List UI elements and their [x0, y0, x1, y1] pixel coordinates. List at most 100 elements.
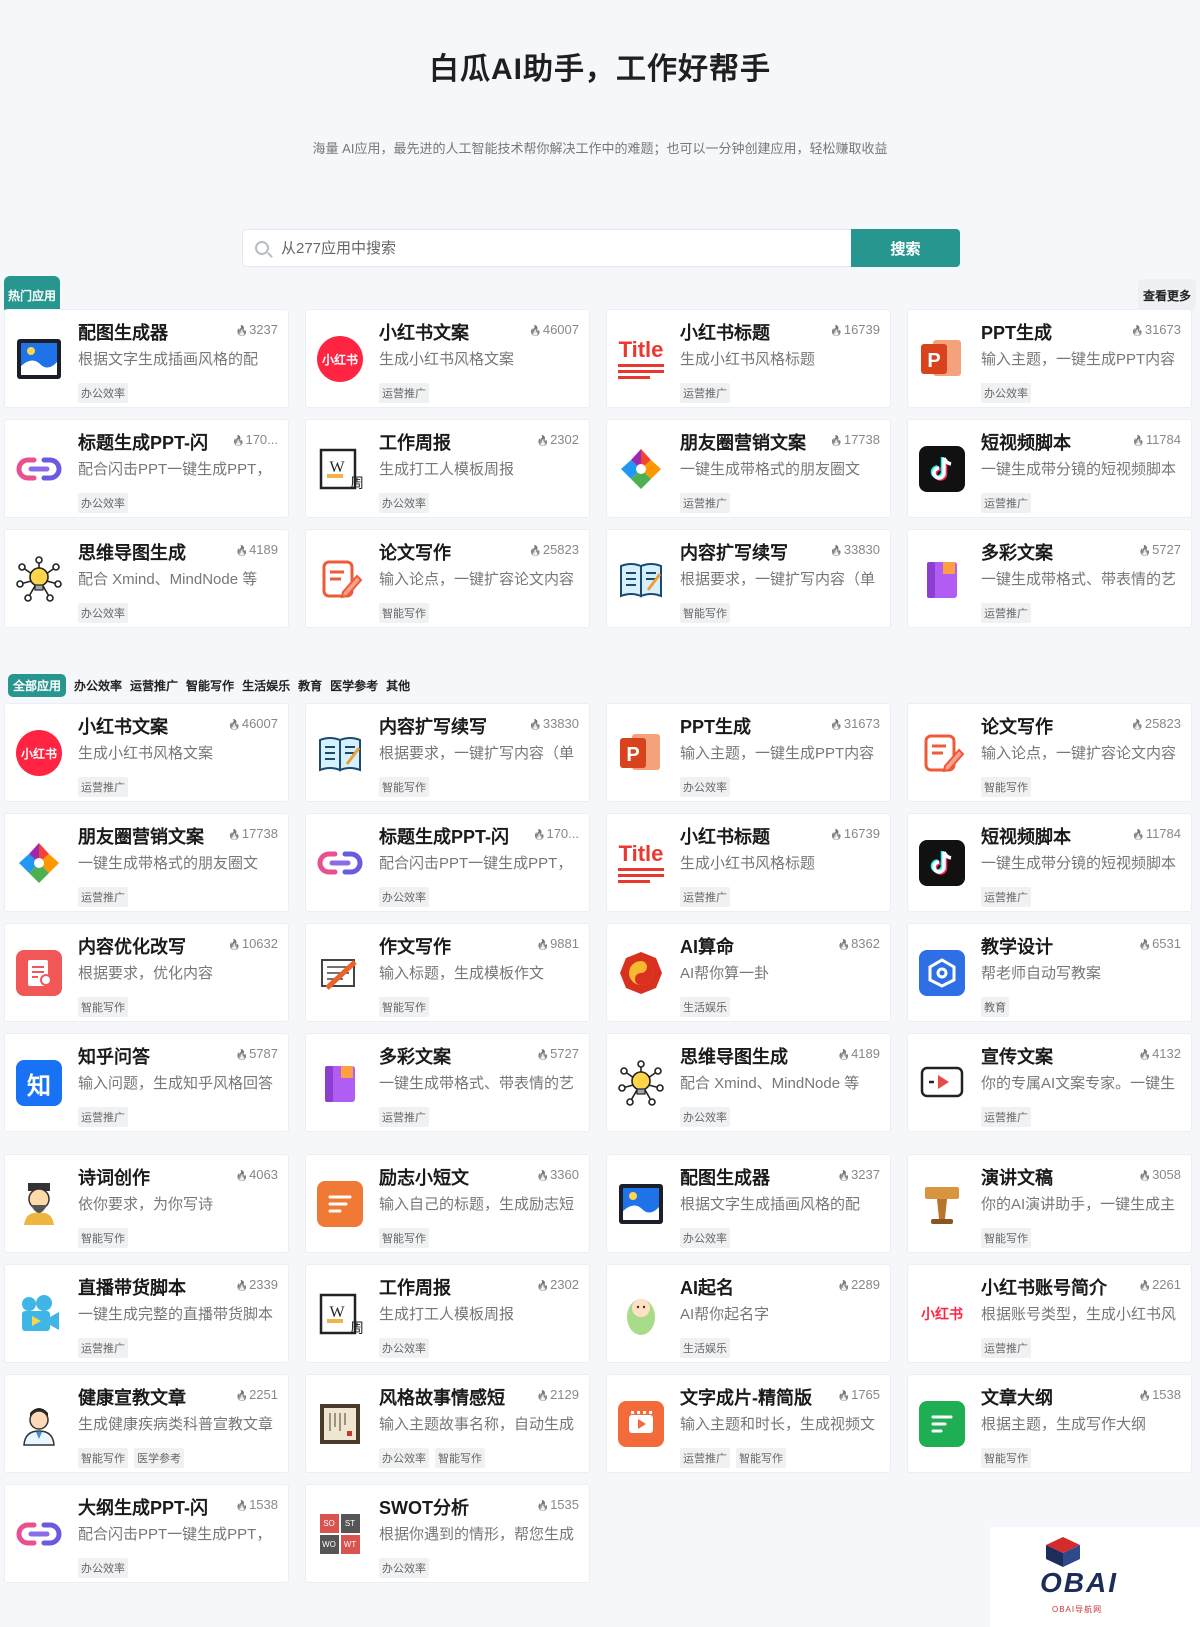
app-tag[interactable]: 办公效率	[78, 603, 128, 623]
app-tag[interactable]: 智能写作	[680, 603, 730, 623]
app-tag[interactable]: 医学参考	[134, 1448, 184, 1468]
category-tab[interactable]: 办公效率	[74, 677, 122, 694]
app-card[interactable]: W周工作周报2302生成打工人模板周报办公效率	[305, 1264, 590, 1363]
app-card[interactable]: 朋友圈营销文案 17738 一键生成带格式的朋友圈文运营推广	[606, 419, 891, 518]
app-tag[interactable]: 运营推广	[78, 777, 128, 797]
app-card[interactable]: 诗词创作 4063 依你要求，为你写诗智能写作	[4, 1154, 289, 1253]
app-card[interactable]: 标题生成PPT-闪 170... 配合闪击PPT一键生成PPT， 办公效率	[4, 419, 289, 518]
app-card[interactable]: 标题生成PPT-闪 170... 配合闪击PPT一键生成PPT， 办公效率	[305, 813, 590, 912]
app-card[interactable]: 配图生成器 3237 根据文字生成插画风格的配办公效率	[606, 1154, 891, 1253]
app-card[interactable]: AI起名 2289 AI帮你起名字生活娱乐	[606, 1264, 891, 1363]
app-tag[interactable]: 智能写作	[379, 603, 429, 623]
app-tag[interactable]: 运营推广	[680, 493, 730, 513]
app-card[interactable]: 配图生成器 3237 根据文字生成插画风格的配办公效率	[4, 309, 289, 408]
app-card[interactable]: 励志小短文 3360 输入自己的标题，生成励志短智能写作	[305, 1154, 590, 1253]
app-tag[interactable]: 运营推广	[981, 493, 1031, 513]
app-tag[interactable]: 运营推广	[981, 1107, 1031, 1127]
app-card[interactable]: 多彩文案 5727 一键生成带格式、带表情的艺运营推广	[907, 529, 1192, 628]
app-tag[interactable]: 办公效率	[379, 1558, 429, 1578]
app-tag[interactable]: 智能写作	[379, 1228, 429, 1248]
app-tag[interactable]: 智能写作	[736, 1448, 786, 1468]
app-card[interactable]: 演讲文稿 3058 你的AI演讲助手，一键生成主智能写作	[907, 1154, 1192, 1253]
app-card[interactable]: 论文写作 25823 输入论点，一键扩容论文内容智能写作	[907, 703, 1192, 802]
app-tag[interactable]: 智能写作	[78, 997, 128, 1017]
app-card[interactable]: Title 小红书标题 16739 生成小红书风格标题运营推广	[606, 813, 891, 912]
app-tag[interactable]: 智能写作	[379, 777, 429, 797]
app-card[interactable]: P PPT生成 31673 输入主题，一键生成PPT内容办公效率	[606, 703, 891, 802]
app-card[interactable]: SO ST WO WT SWOT分析 1535 根据你遇到的情形，帮您生成办公效率	[305, 1484, 590, 1583]
app-tag[interactable]: 办公效率	[680, 1107, 730, 1127]
category-tab[interactable]: 其他	[386, 677, 410, 694]
app-card[interactable]: 思维导图生成 4189 配合 Xmind、MindNode 等办公效率	[606, 1033, 891, 1132]
search-box[interactable]	[242, 229, 852, 267]
view-more-link[interactable]: 查看更多	[1138, 279, 1196, 312]
app-card[interactable]: 大纲生成PPT-闪 1538 配合闪击PPT一键生成PPT， 办公效率	[4, 1484, 289, 1583]
app-tag[interactable]: 智能写作	[78, 1228, 128, 1248]
app-card[interactable]: 小红书小红书文案 46007 生成小红书风格文案运营推广	[4, 703, 289, 802]
app-tag[interactable]: 运营推广	[78, 1338, 128, 1358]
app-tag[interactable]: 办公效率	[379, 887, 429, 907]
app-tag[interactable]: 办公效率	[78, 1558, 128, 1578]
app-tag[interactable]: 办公效率	[78, 383, 128, 403]
category-tab[interactable]: 运营推广	[130, 677, 178, 694]
app-card[interactable]: 文字成片-精简版 1765 输入主题和时长，生成视频文运营推广智能写作	[606, 1374, 891, 1473]
app-tag[interactable]: 生活娱乐	[680, 997, 730, 1017]
app-tag[interactable]: 办公效率	[680, 777, 730, 797]
app-tag[interactable]: 智能写作	[78, 1448, 128, 1468]
app-description: 生成小红书风格标题	[680, 351, 816, 368]
app-tag[interactable]: 运营推广	[981, 887, 1031, 907]
app-tag[interactable]: 运营推广	[78, 887, 128, 907]
app-tag[interactable]: 智能写作	[379, 997, 429, 1017]
category-tab[interactable]: 全部应用	[8, 673, 67, 697]
app-card[interactable]: 内容扩写续写 33830 根据要求，一键扩写内容（单智能写作	[305, 703, 590, 802]
app-card[interactable]: 思维导图生成 4189 配合 Xmind、MindNode 等办公效率	[4, 529, 289, 628]
app-card[interactable]: 多彩文案 5727 一键生成带格式、带表情的艺运营推广	[305, 1033, 590, 1132]
app-card[interactable]: 内容扩写续写 33830 根据要求，一键扩写内容（单智能写作	[606, 529, 891, 628]
app-card[interactable]: 短视频脚本 11784 一键生成带分镜的短视频脚本运营推广	[907, 813, 1192, 912]
app-tag[interactable]: 智能写作	[981, 1448, 1031, 1468]
app-card[interactable]: AI算命 8362 AI帮你算一卦生活娱乐	[606, 923, 891, 1022]
app-tag[interactable]: 办公效率	[981, 383, 1031, 403]
app-tag[interactable]: 智能写作	[435, 1448, 485, 1468]
app-tag[interactable]: 生活娱乐	[680, 1338, 730, 1358]
app-card[interactable]: Title 小红书标题 16739 生成小红书风格标题运营推广	[606, 309, 891, 408]
category-tab[interactable]: 生活娱乐	[242, 677, 290, 694]
search-input[interactable]	[281, 239, 821, 257]
app-card[interactable]: 知知乎问答 5787 输入问题，生成知乎风格回答运营推广	[4, 1033, 289, 1132]
app-tag[interactable]: 办公效率	[379, 1448, 429, 1468]
app-card[interactable]: P PPT生成 31673 输入主题，一键生成PPT内容办公效率	[907, 309, 1192, 408]
app-tag[interactable]: 运营推广	[981, 1338, 1031, 1358]
app-tag[interactable]: 办公效率	[379, 1338, 429, 1358]
app-tag[interactable]: 运营推广	[680, 887, 730, 907]
app-card[interactable]: 作文写作 9881 输入标题，生成模板作文智能写作	[305, 923, 590, 1022]
app-tag[interactable]: 智能写作	[981, 777, 1031, 797]
app-tag[interactable]: 办公效率	[78, 493, 128, 513]
app-tag[interactable]: 教育	[981, 997, 1009, 1017]
app-card[interactable]: 小红书 小红书账号简介 2261 根据账号类型，生成小红书风运营推广	[907, 1264, 1192, 1363]
app-card[interactable]: W周工作周报2302生成打工人模板周报办公效率	[305, 419, 590, 518]
app-card[interactable]: 风格故事情感短 2129 输入主题故事名称，自动生成办公效率智能写作	[305, 1374, 590, 1473]
app-card[interactable]: 朋友圈营销文案 17738 一键生成带格式的朋友圈文运营推广	[4, 813, 289, 912]
app-card[interactable]: 直播带货脚本 2339 一键生成完整的直播带货脚本运营推广	[4, 1264, 289, 1363]
app-tag[interactable]: 运营推广	[981, 603, 1031, 623]
app-tag[interactable]: 运营推广	[78, 1107, 128, 1127]
app-card[interactable]: 内容优化改写 10632 根据要求，优化内容智能写作	[4, 923, 289, 1022]
search-button[interactable]: 搜索	[851, 229, 960, 267]
app-tag[interactable]: 办公效率	[680, 1228, 730, 1248]
app-tag[interactable]: 运营推广	[379, 383, 429, 403]
app-tag[interactable]: 运营推广	[680, 383, 730, 403]
app-tag[interactable]: 运营推广	[379, 1107, 429, 1127]
category-tab[interactable]: 医学参考	[330, 677, 378, 694]
app-card[interactable]: 短视频脚本 11784 一键生成带分镜的短视频脚本运营推广	[907, 419, 1192, 518]
app-tag[interactable]: 智能写作	[981, 1228, 1031, 1248]
app-card[interactable]: 宣传文案 4132 你的专属AI文案专家。一键生运营推广	[907, 1033, 1192, 1132]
app-tag[interactable]: 办公效率	[379, 493, 429, 513]
app-card[interactable]: 健康宣教文章 2251 生成健康疾病类科普宣教文章智能写作医学参考	[4, 1374, 289, 1473]
app-card[interactable]: 小红书小红书文案 46007 生成小红书风格文案运营推广	[305, 309, 590, 408]
category-tab[interactable]: 智能写作	[186, 677, 234, 694]
app-card[interactable]: 教学设计 6531 帮老师自动写教案教育	[907, 923, 1192, 1022]
category-tab[interactable]: 教育	[298, 677, 322, 694]
app-card[interactable]: 文章大纲 1538 根据主题，生成写作大纲智能写作	[907, 1374, 1192, 1473]
app-tag[interactable]: 运营推广	[680, 1448, 730, 1468]
app-card[interactable]: 论文写作 25823 输入论点，一键扩容论文内容智能写作	[305, 529, 590, 628]
